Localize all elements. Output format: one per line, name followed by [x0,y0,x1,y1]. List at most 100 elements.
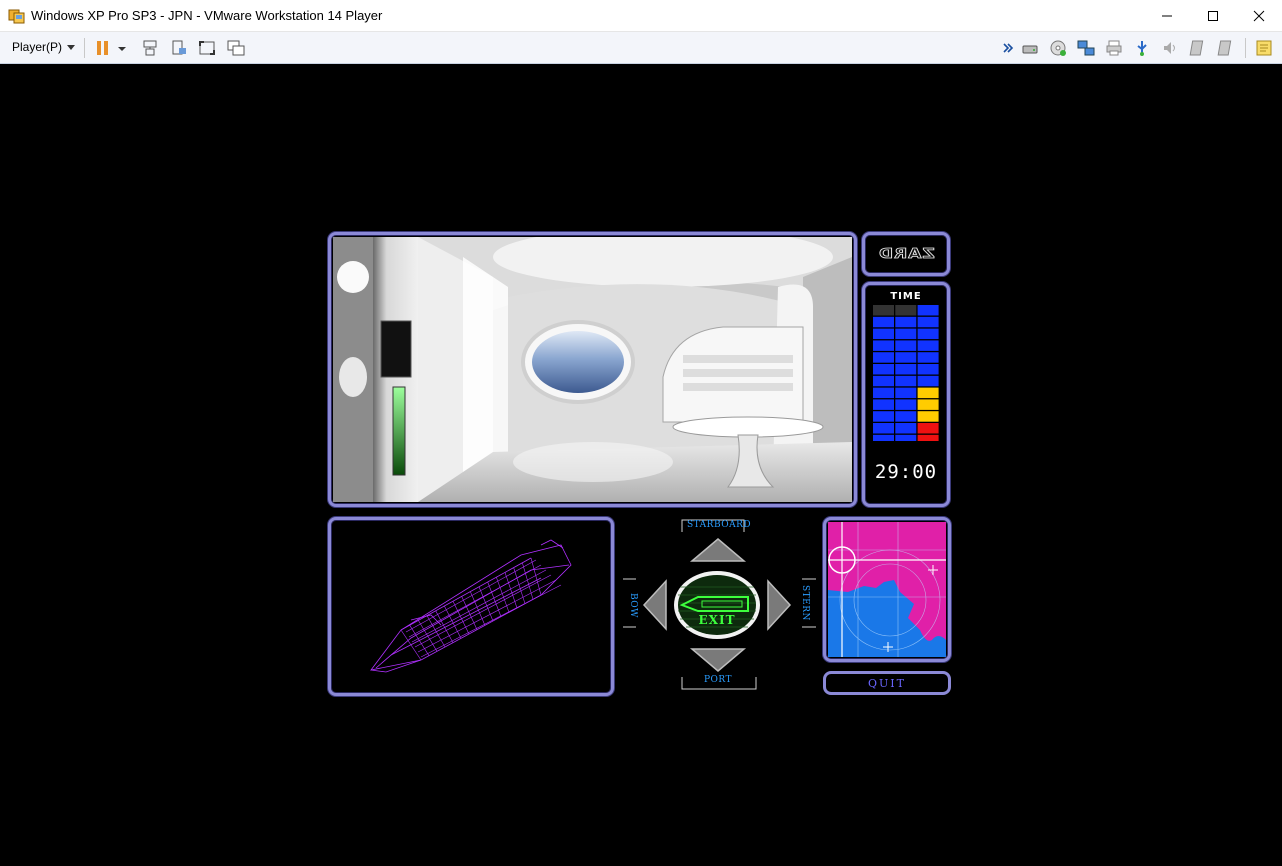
close-icon [1253,10,1265,21]
vm-display[interactable]: ZARD TIME 29:00 STARBOARD PORT BOW STERN… [0,65,1282,866]
move-port-button[interactable] [688,647,748,673]
time-cell [873,434,894,441]
exit-label: EXIT [698,613,736,627]
time-cell [895,328,917,340]
time-label: TIME [890,291,922,302]
wireframe-stringer [408,564,542,638]
time-grid [873,305,939,441]
send-ctrl-alt-del-icon[interactable] [141,39,159,57]
time-cell [873,399,894,410]
time-cell [917,305,939,316]
floppy-icon[interactable] [1189,39,1207,57]
maximize-icon [1208,10,1218,21]
radar-map-image [828,522,946,657]
wireframe-stringer [420,584,562,658]
time-cell [917,423,939,434]
ship-wireframe-view [328,517,614,696]
time-cell [873,364,894,375]
usb-controller-icon[interactable] [1133,39,1151,57]
time-cell [873,375,894,387]
toolbar-separator [1245,38,1246,58]
player-menu-label: Player(P) [12,40,63,54]
exit-button[interactable]: EXIT [672,569,762,641]
maximize-button[interactable] [1190,0,1236,31]
wireframe-rib [496,577,510,613]
time-cell [917,387,939,399]
move-bow-button[interactable] [642,577,668,633]
cd-dvd-icon[interactable] [1049,39,1067,57]
pause-icon[interactable] [94,39,112,57]
scene-view[interactable] [328,232,857,507]
time-cell [873,423,894,434]
chevron-down-icon [67,44,76,50]
radar-map[interactable] [823,517,951,662]
network-adapter-icon[interactable] [1077,39,1095,57]
time-cell [873,411,894,422]
time-cell [895,305,917,316]
player-menu[interactable]: Player(P) [12,40,76,54]
time-cell [895,411,917,422]
full-screen-icon[interactable] [198,39,216,57]
time-cell [895,352,917,363]
minimize-button[interactable] [1144,0,1190,31]
message-log-icon[interactable] [1255,39,1273,57]
unity-icon[interactable] [227,39,245,57]
time-cell [917,328,939,340]
time-cell [873,352,894,363]
window-title: Windows XP Pro SP3 - JPN - VMware Workst… [31,8,383,23]
time-cell [873,387,894,399]
toolbar-separator [84,38,85,58]
time-cell [895,399,917,410]
removable-devices-icon[interactable] [170,39,188,57]
stern-label: STERN [800,585,810,621]
time-cell [895,387,917,399]
time-cell [917,434,939,441]
time-meter: TIME 29:00 [862,282,950,507]
floppy-icon[interactable] [1217,39,1235,57]
starboard-label: STARBOARD [687,520,752,530]
time-cell [895,316,917,328]
time-cell [873,305,894,316]
navigation-compass: STARBOARD PORT BOW STERN EXIT [620,517,820,697]
time-cell [895,375,917,387]
quit-label: QUIT [868,676,906,690]
time-cell [895,434,917,441]
wireframe-rib [522,562,534,600]
move-stern-button[interactable] [766,577,792,633]
time-cell [917,316,939,328]
more-chevron-icon[interactable] [1002,39,1014,57]
minimize-icon [1162,15,1172,16]
time-cell [895,364,917,375]
window-title-bar[interactable]: Windows XP Pro SP3 - JPN - VMware Workst… [0,0,1282,32]
sound-card-icon[interactable] [1161,39,1179,57]
close-button[interactable] [1236,0,1282,31]
ship-corridor-scene [333,235,852,502]
bow-label: BOW [628,593,638,618]
quit-button[interactable]: QUIT [823,671,951,695]
wireframe-rib [504,572,518,609]
pause-dropdown-chevron-down-icon[interactable] [117,39,127,57]
time-cell [873,340,894,351]
time-cell [895,423,917,434]
port-label: PORT [704,675,733,685]
vmware-toolbar: Player(P) [0,32,1282,64]
time-cell [917,375,939,387]
wireframe-rib [513,567,526,604]
printer-icon[interactable] [1105,39,1123,57]
wireframe-rib [400,629,422,661]
wireframe-rib [530,557,542,596]
wireframe-stringer [405,559,537,633]
move-starboard-button[interactable] [688,537,748,563]
time-cell [917,399,939,410]
time-cell [917,411,939,422]
time-cell [917,352,939,363]
time-readout: 29:00 [874,461,938,483]
time-cell [917,340,939,351]
time-cell [895,340,917,351]
time-cell [917,364,939,375]
hard-disk-icon[interactable] [1021,39,1039,57]
time-cell [873,316,894,328]
ship-wireframe [370,539,572,673]
time-cell [873,328,894,340]
vmware-app-icon [8,9,25,24]
